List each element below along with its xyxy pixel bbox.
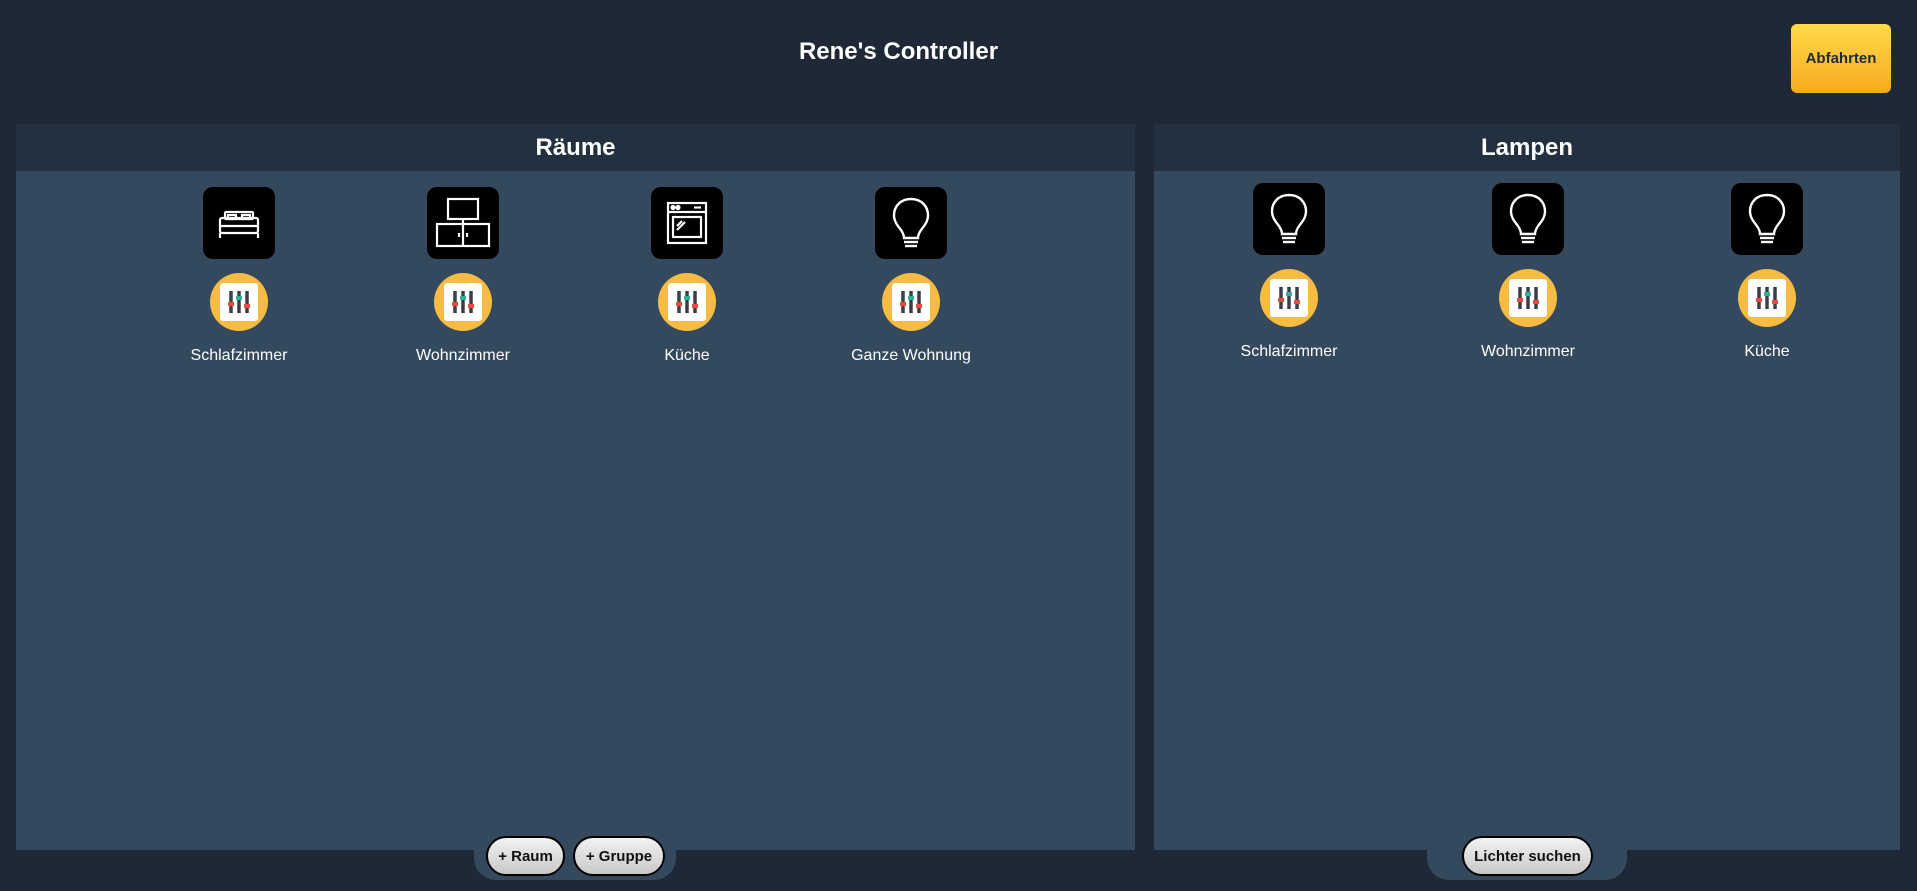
room-label: Schlafzimmer	[190, 347, 288, 364]
lamp-tile-wohnzimmer: Wohnzimmer	[1448, 183, 1608, 361]
oven-icon	[666, 201, 708, 245]
lamp-tile-schlafzimmer: Schlafzimmer	[1209, 183, 1369, 361]
room-tile-ganze-wohnung: Ganze Wohnung	[831, 187, 991, 365]
lightbulb-icon	[892, 197, 930, 248]
search-lights-button[interactable]: Lichter suchen	[1462, 836, 1593, 876]
page-title: Rene's Controller	[798, 38, 999, 65]
bed-icon	[218, 210, 260, 238]
room-controls-kueche[interactable]	[658, 273, 716, 331]
departures-button[interactable]: Abfahrten	[1791, 24, 1891, 93]
lightbulb-icon	[1509, 193, 1547, 244]
lamp-button-kueche[interactable]	[1731, 183, 1803, 255]
lamp-button-schlafzimmer[interactable]	[1253, 183, 1325, 255]
tv-furniture-icon	[435, 197, 491, 248]
lamp-controls-wohnzimmer[interactable]	[1499, 269, 1557, 327]
sliders-icon	[1278, 287, 1300, 309]
sliders-icon	[1756, 287, 1778, 309]
room-controls-ganze-wohnung[interactable]	[882, 273, 940, 331]
rooms-panel: Räume Schlafzimmer Wohnzimmer Küche Ganz…	[16, 124, 1135, 850]
room-button-wohnzimmer[interactable]	[427, 187, 499, 259]
room-label: Wohnzimmer	[416, 347, 510, 364]
lightbulb-icon	[1748, 193, 1786, 244]
sliders-icon	[676, 291, 698, 313]
lamps-panel: Lampen Schlafzimmer Wohnzimmer Küche	[1154, 124, 1900, 850]
room-tile-kueche: Küche	[607, 187, 767, 365]
room-tile-schlafzimmer: Schlafzimmer	[159, 187, 319, 365]
lightbulb-icon	[1270, 193, 1308, 244]
add-group-button[interactable]: + Gruppe	[573, 836, 665, 876]
lamp-controls-kueche[interactable]	[1738, 269, 1796, 327]
room-label: Küche	[664, 347, 710, 364]
lamps-panel-title: Lampen	[1154, 124, 1900, 171]
lamp-button-wohnzimmer[interactable]	[1492, 183, 1564, 255]
add-room-button[interactable]: + Raum	[486, 836, 565, 876]
sliders-icon	[452, 291, 474, 313]
room-label: Ganze Wohnung	[851, 347, 971, 364]
lamp-label: Schlafzimmer	[1240, 343, 1338, 360]
room-button-kueche[interactable]	[651, 187, 723, 259]
sliders-icon	[900, 291, 922, 313]
sliders-icon	[1517, 287, 1539, 309]
room-tile-wohnzimmer: Wohnzimmer	[383, 187, 543, 365]
room-controls-wohnzimmer[interactable]	[434, 273, 492, 331]
room-button-schlafzimmer[interactable]	[203, 187, 275, 259]
lamp-label: Küche	[1744, 343, 1790, 360]
rooms-panel-title: Räume	[16, 124, 1135, 171]
lamp-tile-kueche: Küche	[1687, 183, 1847, 361]
sliders-icon	[228, 291, 250, 313]
room-controls-schlafzimmer[interactable]	[210, 273, 268, 331]
lamp-label: Wohnzimmer	[1481, 343, 1575, 360]
room-button-ganze-wohnung[interactable]	[875, 187, 947, 259]
lamp-controls-schlafzimmer[interactable]	[1260, 269, 1318, 327]
